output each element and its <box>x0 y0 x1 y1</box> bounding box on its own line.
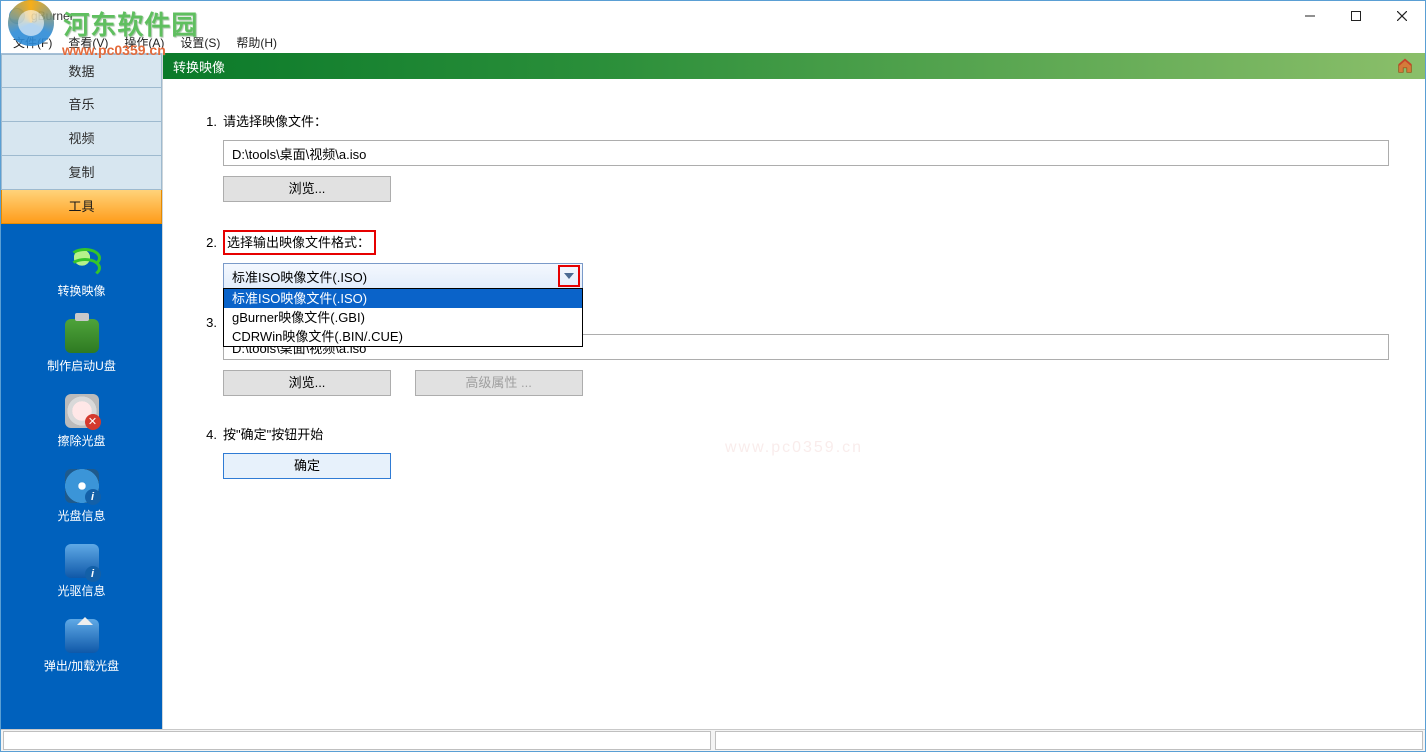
menu-help[interactable]: 帮助(H) <box>228 32 285 53</box>
output-format-combobox[interactable]: 标准ISO映像文件(.ISO) <box>223 263 583 289</box>
convert-icon <box>65 244 99 278</box>
app-icon <box>9 8 25 24</box>
format-option-bincue[interactable]: CDRWin映像文件(.BIN/.CUE) <box>224 327 582 346</box>
panel-title: 转换映像 <box>173 57 225 76</box>
tab-copy[interactable]: 复制 <box>1 156 162 190</box>
output-format-selected: 标准ISO映像文件(.ISO) <box>232 267 558 286</box>
step2-label: 选择输出映像文件格式： <box>227 235 370 250</box>
step4-label: 按"确定"按钮开始 <box>223 424 323 443</box>
statusbar-right <box>715 731 1423 750</box>
sidebar-item-bootable-usb[interactable]: 制作启动U盘 <box>1 313 162 388</box>
browse-output-button[interactable]: 浏览... <box>223 370 391 396</box>
panel-header: 转换映像 <box>163 53 1425 79</box>
close-button[interactable] <box>1379 1 1425 31</box>
browse-source-button[interactable]: 浏览... <box>223 176 391 202</box>
sidebar: 数据 音乐 视频 复制 工具 转换映像 制作启动U盘 擦除光盘 光盘信息 光驱信… <box>1 53 162 729</box>
step2-label-highlight: 选择输出映像文件格式： <box>223 230 376 255</box>
app-window: gBurner 文件(F) 查看(V) 操作(A) 设置(S) 帮助(H) 数据… <box>0 0 1426 752</box>
eject-icon <box>65 619 99 653</box>
tab-music[interactable]: 音乐 <box>1 88 162 122</box>
drive-info-icon <box>65 544 99 578</box>
step4-num: 4. <box>199 427 217 442</box>
advanced-properties-button[interactable]: 高级属性 ... <box>415 370 583 396</box>
tab-tools[interactable]: 工具 <box>1 190 162 224</box>
step1-label: 请选择映像文件： <box>223 111 327 130</box>
sidebar-item-convert[interactable]: 转换映像 <box>1 238 162 313</box>
main-panel: 转换映像 www.pc0359.cn 1. 请选择映像文件： 浏览... <box>162 53 1425 729</box>
statusbar-left <box>3 731 711 750</box>
menu-file[interactable]: 文件(F) <box>5 32 60 53</box>
tab-data[interactable]: 数据 <box>1 54 162 88</box>
step1-num: 1. <box>199 114 217 129</box>
menu-settings[interactable]: 设置(S) <box>172 32 228 53</box>
statusbar <box>1 729 1425 751</box>
menu-action[interactable]: 操作(A) <box>116 32 172 53</box>
format-option-iso[interactable]: 标准ISO映像文件(.ISO) <box>224 289 582 308</box>
sidebar-item-disc-info[interactable]: 光盘信息 <box>1 463 162 538</box>
minimize-button[interactable] <box>1287 1 1333 31</box>
output-format-dropdown: 标准ISO映像文件(.ISO) gBurner映像文件(.GBI) CDRWin… <box>223 288 583 347</box>
erase-icon <box>65 394 99 428</box>
step2-num: 2. <box>199 235 217 250</box>
menubar: 文件(F) 查看(V) 操作(A) 设置(S) 帮助(H) <box>1 31 1425 53</box>
usb-icon <box>65 319 99 353</box>
menu-view[interactable]: 查看(V) <box>60 32 116 53</box>
source-image-path-input[interactable] <box>223 140 1389 166</box>
chevron-down-icon[interactable] <box>558 265 580 287</box>
titlebar: gBurner <box>1 1 1425 31</box>
window-title: gBurner <box>31 9 74 23</box>
maximize-button[interactable] <box>1333 1 1379 31</box>
step3-num: 3. <box>199 315 217 330</box>
sidebar-item-eject[interactable]: 弹出/加载光盘 <box>1 613 162 688</box>
tab-video[interactable]: 视频 <box>1 122 162 156</box>
format-option-gbi[interactable]: gBurner映像文件(.GBI) <box>224 308 582 327</box>
sidebar-item-drive-info[interactable]: 光驱信息 <box>1 538 162 613</box>
sidebar-item-erase[interactable]: 擦除光盘 <box>1 388 162 463</box>
home-icon[interactable] <box>1395 56 1415 76</box>
ok-button[interactable]: 确定 <box>223 453 391 479</box>
disc-info-icon <box>65 469 99 503</box>
